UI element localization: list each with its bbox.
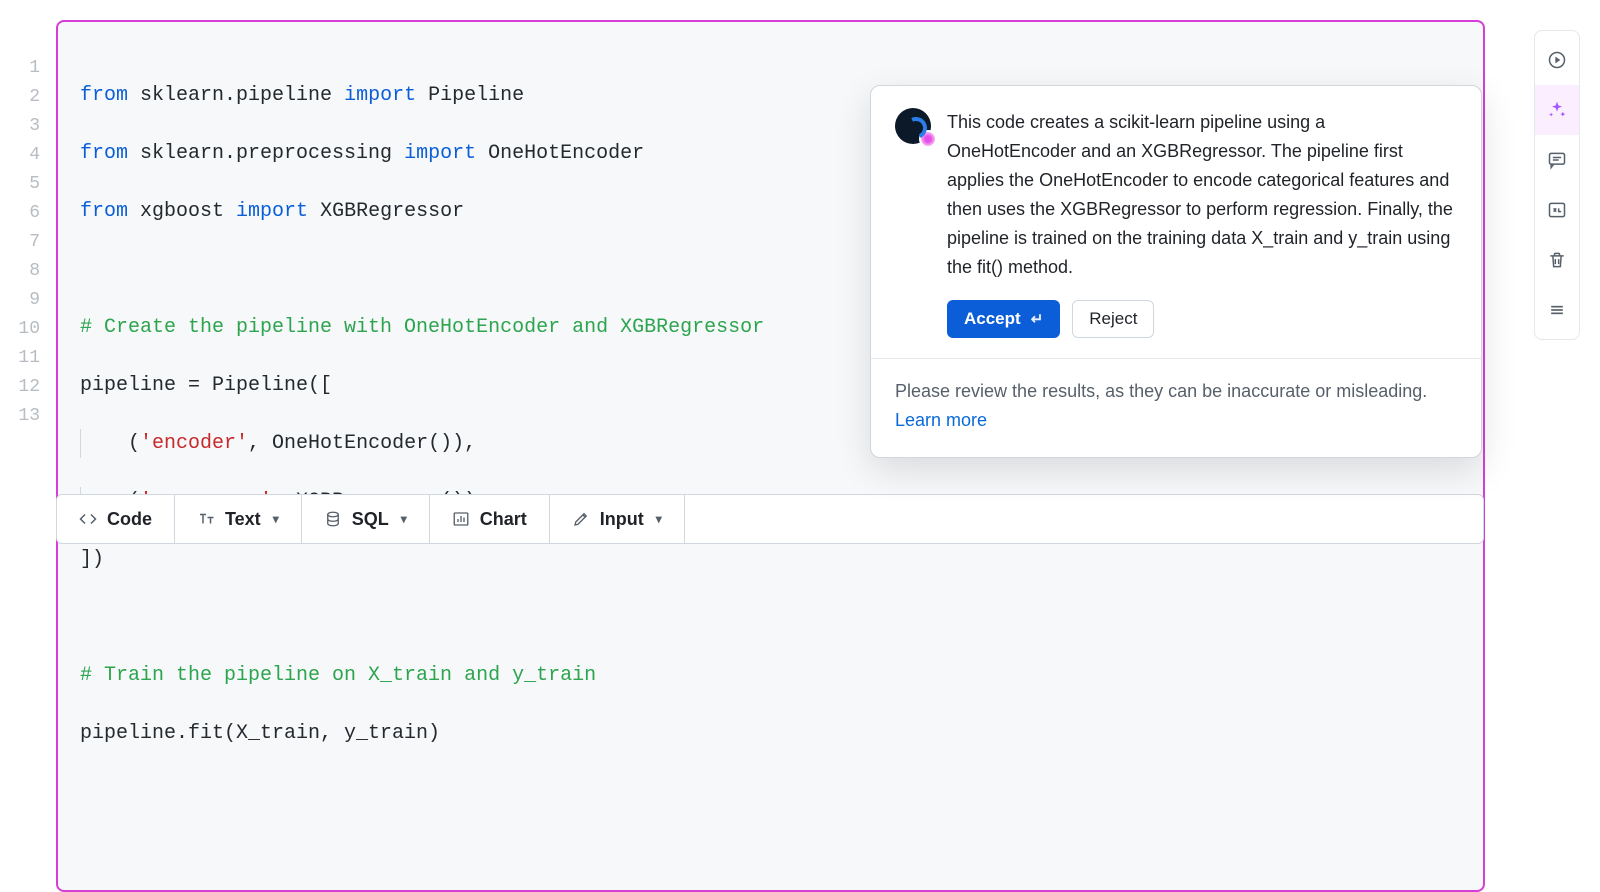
line-number: 1 xyxy=(0,54,56,83)
line-number: 5 xyxy=(0,170,56,199)
add-code-cell-button[interactable]: Code xyxy=(57,495,175,543)
add-input-cell-button[interactable]: Input▾ xyxy=(550,495,685,543)
reject-button[interactable]: Reject xyxy=(1072,300,1154,338)
line-number: 6 xyxy=(0,199,56,228)
line-number: 2 xyxy=(0,83,56,112)
chevron-down-icon: ▾ xyxy=(273,512,279,526)
line-number: 9 xyxy=(0,286,56,315)
ai-disclaimer: Please review the results, as they can b… xyxy=(871,358,1481,457)
chevron-down-icon: ▾ xyxy=(656,512,662,526)
line-number: 7 xyxy=(0,228,56,257)
right-rail xyxy=(1534,30,1580,340)
delete-button[interactable] xyxy=(1535,235,1579,285)
text-icon xyxy=(197,510,215,528)
run-button[interactable] xyxy=(1535,35,1579,85)
ai-suggestion-popover: This code creates a scikit-learn pipelin… xyxy=(870,85,1482,458)
accept-button[interactable]: Accept ↵ xyxy=(947,300,1060,338)
code-icon xyxy=(79,510,97,528)
toolbar-spacer xyxy=(685,495,1483,543)
ai-avatar-icon xyxy=(895,108,931,144)
ai-badge-icon xyxy=(919,130,937,148)
cell-type-toolbar: Code Text▾ SQL▾ Chart Input▾ xyxy=(56,494,1484,544)
variable-inspector-button[interactable] xyxy=(1535,185,1579,235)
line-number: 4 xyxy=(0,141,56,170)
line-gutter: 1 2 3 4 5 6 7 8 9 10 11 12 13 xyxy=(0,20,56,892)
more-menu-button[interactable] xyxy=(1535,285,1579,335)
pencil-icon xyxy=(572,510,590,528)
line-number: 3 xyxy=(0,112,56,141)
line-number: 10 xyxy=(0,315,56,344)
line-number: 11 xyxy=(0,344,56,373)
add-sql-cell-button[interactable]: SQL▾ xyxy=(302,495,430,543)
comment-button[interactable] xyxy=(1535,135,1579,185)
enter-key-icon: ↵ xyxy=(1031,310,1044,328)
learn-more-link[interactable]: Learn more xyxy=(895,410,987,430)
line-number: 13 xyxy=(0,402,56,431)
database-icon xyxy=(324,510,342,528)
line-number: 8 xyxy=(0,257,56,286)
line-number: 12 xyxy=(0,373,56,402)
ai-explanation-text: This code creates a scikit-learn pipelin… xyxy=(947,108,1457,282)
add-chart-cell-button[interactable]: Chart xyxy=(430,495,550,543)
add-text-cell-button[interactable]: Text▾ xyxy=(175,495,302,543)
chart-icon xyxy=(452,510,470,528)
ai-sparkle-button[interactable] xyxy=(1535,85,1579,135)
chevron-down-icon: ▾ xyxy=(401,512,407,526)
